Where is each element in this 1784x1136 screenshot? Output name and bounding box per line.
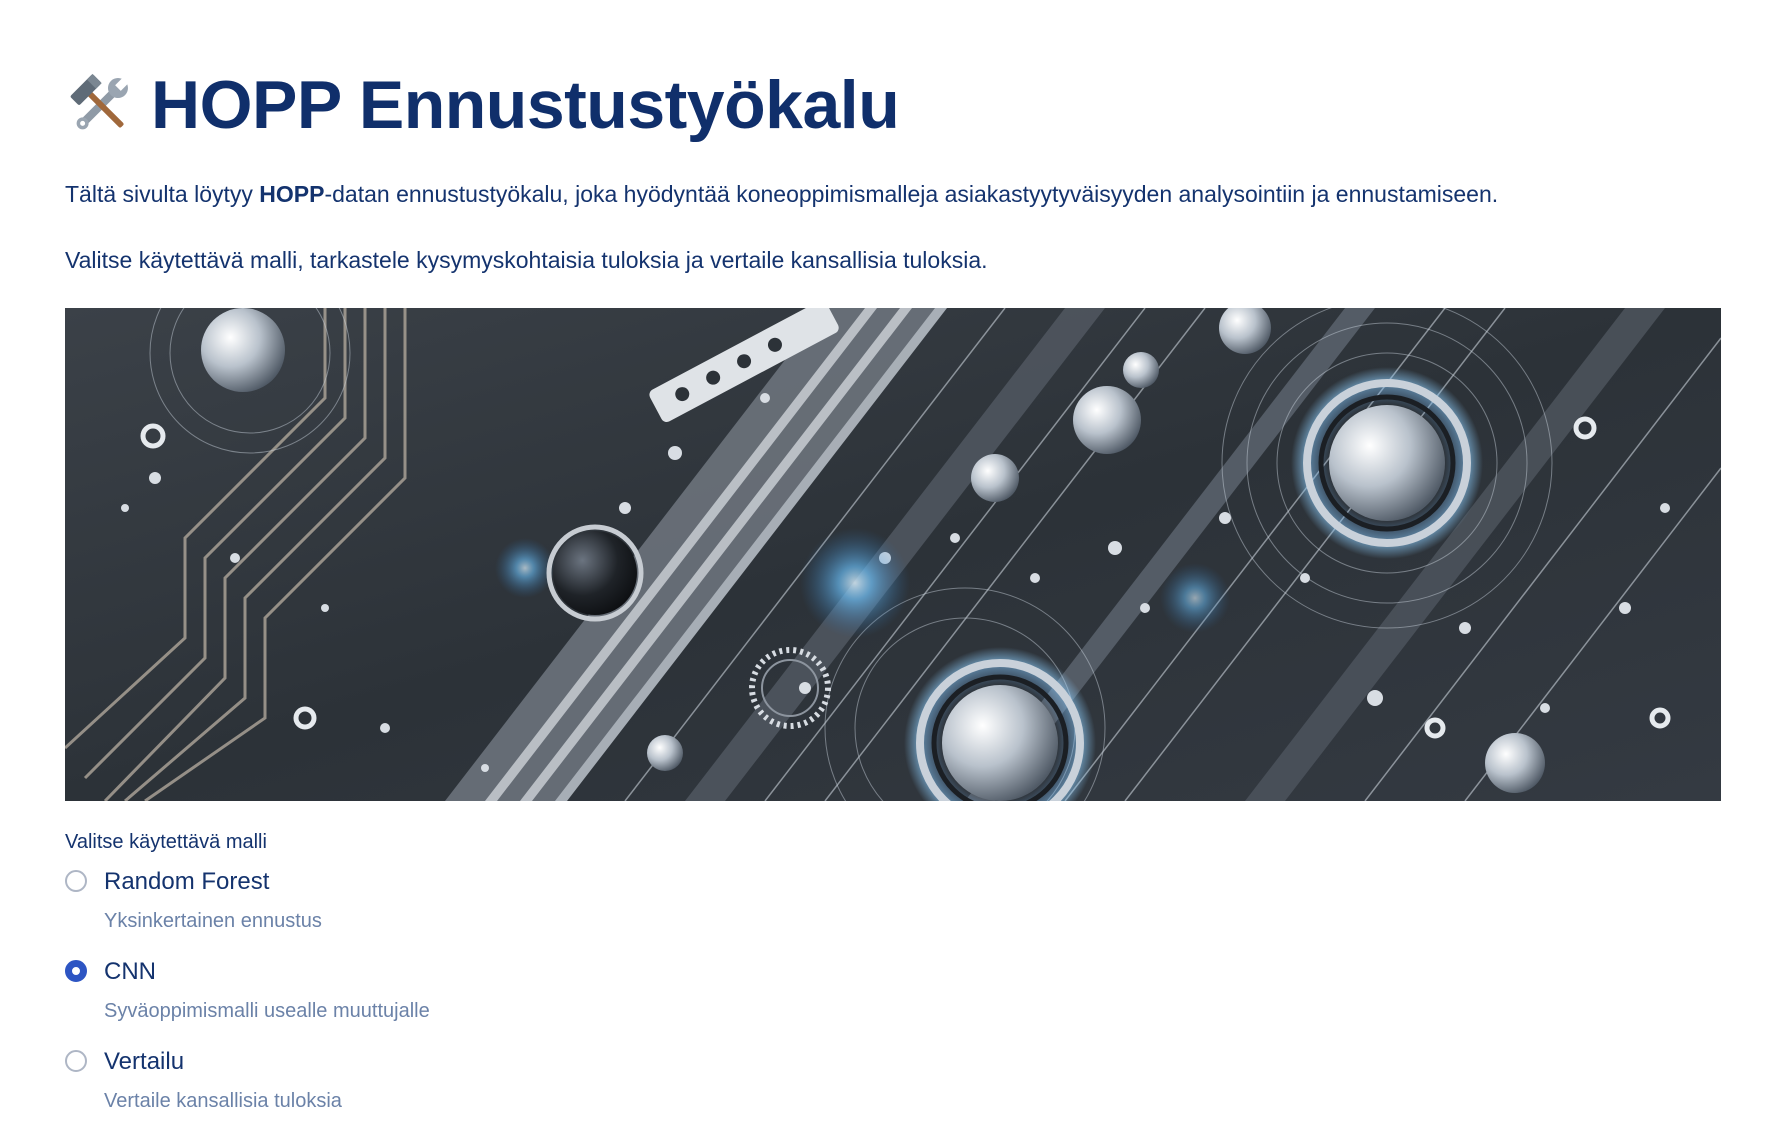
intro-text-end: -datan ennustustyökalu, joka hyödyntää k…: [324, 181, 1499, 207]
page: HOPP Ennustustyökalu Tältä sivulta löyty…: [0, 0, 1784, 1136]
page-header: HOPP Ennustustyökalu: [65, 60, 1721, 150]
intro-instructions: Valitse käytettävä malli, tarkastele kys…: [65, 247, 988, 273]
radio-option-random-forest[interactable]: Random Forest Yksinkertainen ennustus: [65, 868, 1721, 958]
radio-caption-vertailu: Vertaile kansallisia tuloksia: [104, 1090, 342, 1112]
radio-button-vertailu[interactable]: [65, 1050, 87, 1072]
radio-label-random-forest[interactable]: Random Forest: [104, 868, 269, 896]
intro-paragraph: Tältä sivulta löytyy HOPP-datan ennustus…: [65, 178, 1721, 210]
radio-option-vertailu[interactable]: Vertailu Vertaile kansallisia tuloksia: [65, 1048, 1721, 1136]
main-content: HOPP Ennustustyökalu Tältä sivulta löyty…: [65, 60, 1721, 1136]
radio-caption-random-forest: Yksinkertainen ennustus: [104, 910, 322, 932]
radio-button-random-forest[interactable]: [65, 870, 87, 892]
radio-label-cnn[interactable]: CNN: [104, 958, 156, 986]
hammer-and-wrench-icon: [70, 73, 130, 130]
model-radio-group: Random Forest Yksinkertainen ennustus CN…: [65, 868, 1721, 1136]
intro-bold-hopp: HOPP: [259, 181, 325, 207]
radio-caption-cnn: Syväoppimismalli usealle muuttujalle: [104, 1000, 430, 1022]
circuit-board-banner-image: [65, 308, 1721, 801]
intro-text-start: Tältä sivulta löytyy: [65, 181, 260, 207]
radio-button-cnn[interactable]: [65, 960, 87, 982]
page-title: HOPP Ennustustyökalu: [151, 67, 900, 143]
radio-label-vertailu[interactable]: Vertailu: [104, 1048, 184, 1076]
model-select-label: Valitse käytettävä malli: [65, 831, 267, 853]
radio-option-cnn[interactable]: CNN Syväoppimismalli usealle muuttujalle: [65, 958, 1721, 1048]
